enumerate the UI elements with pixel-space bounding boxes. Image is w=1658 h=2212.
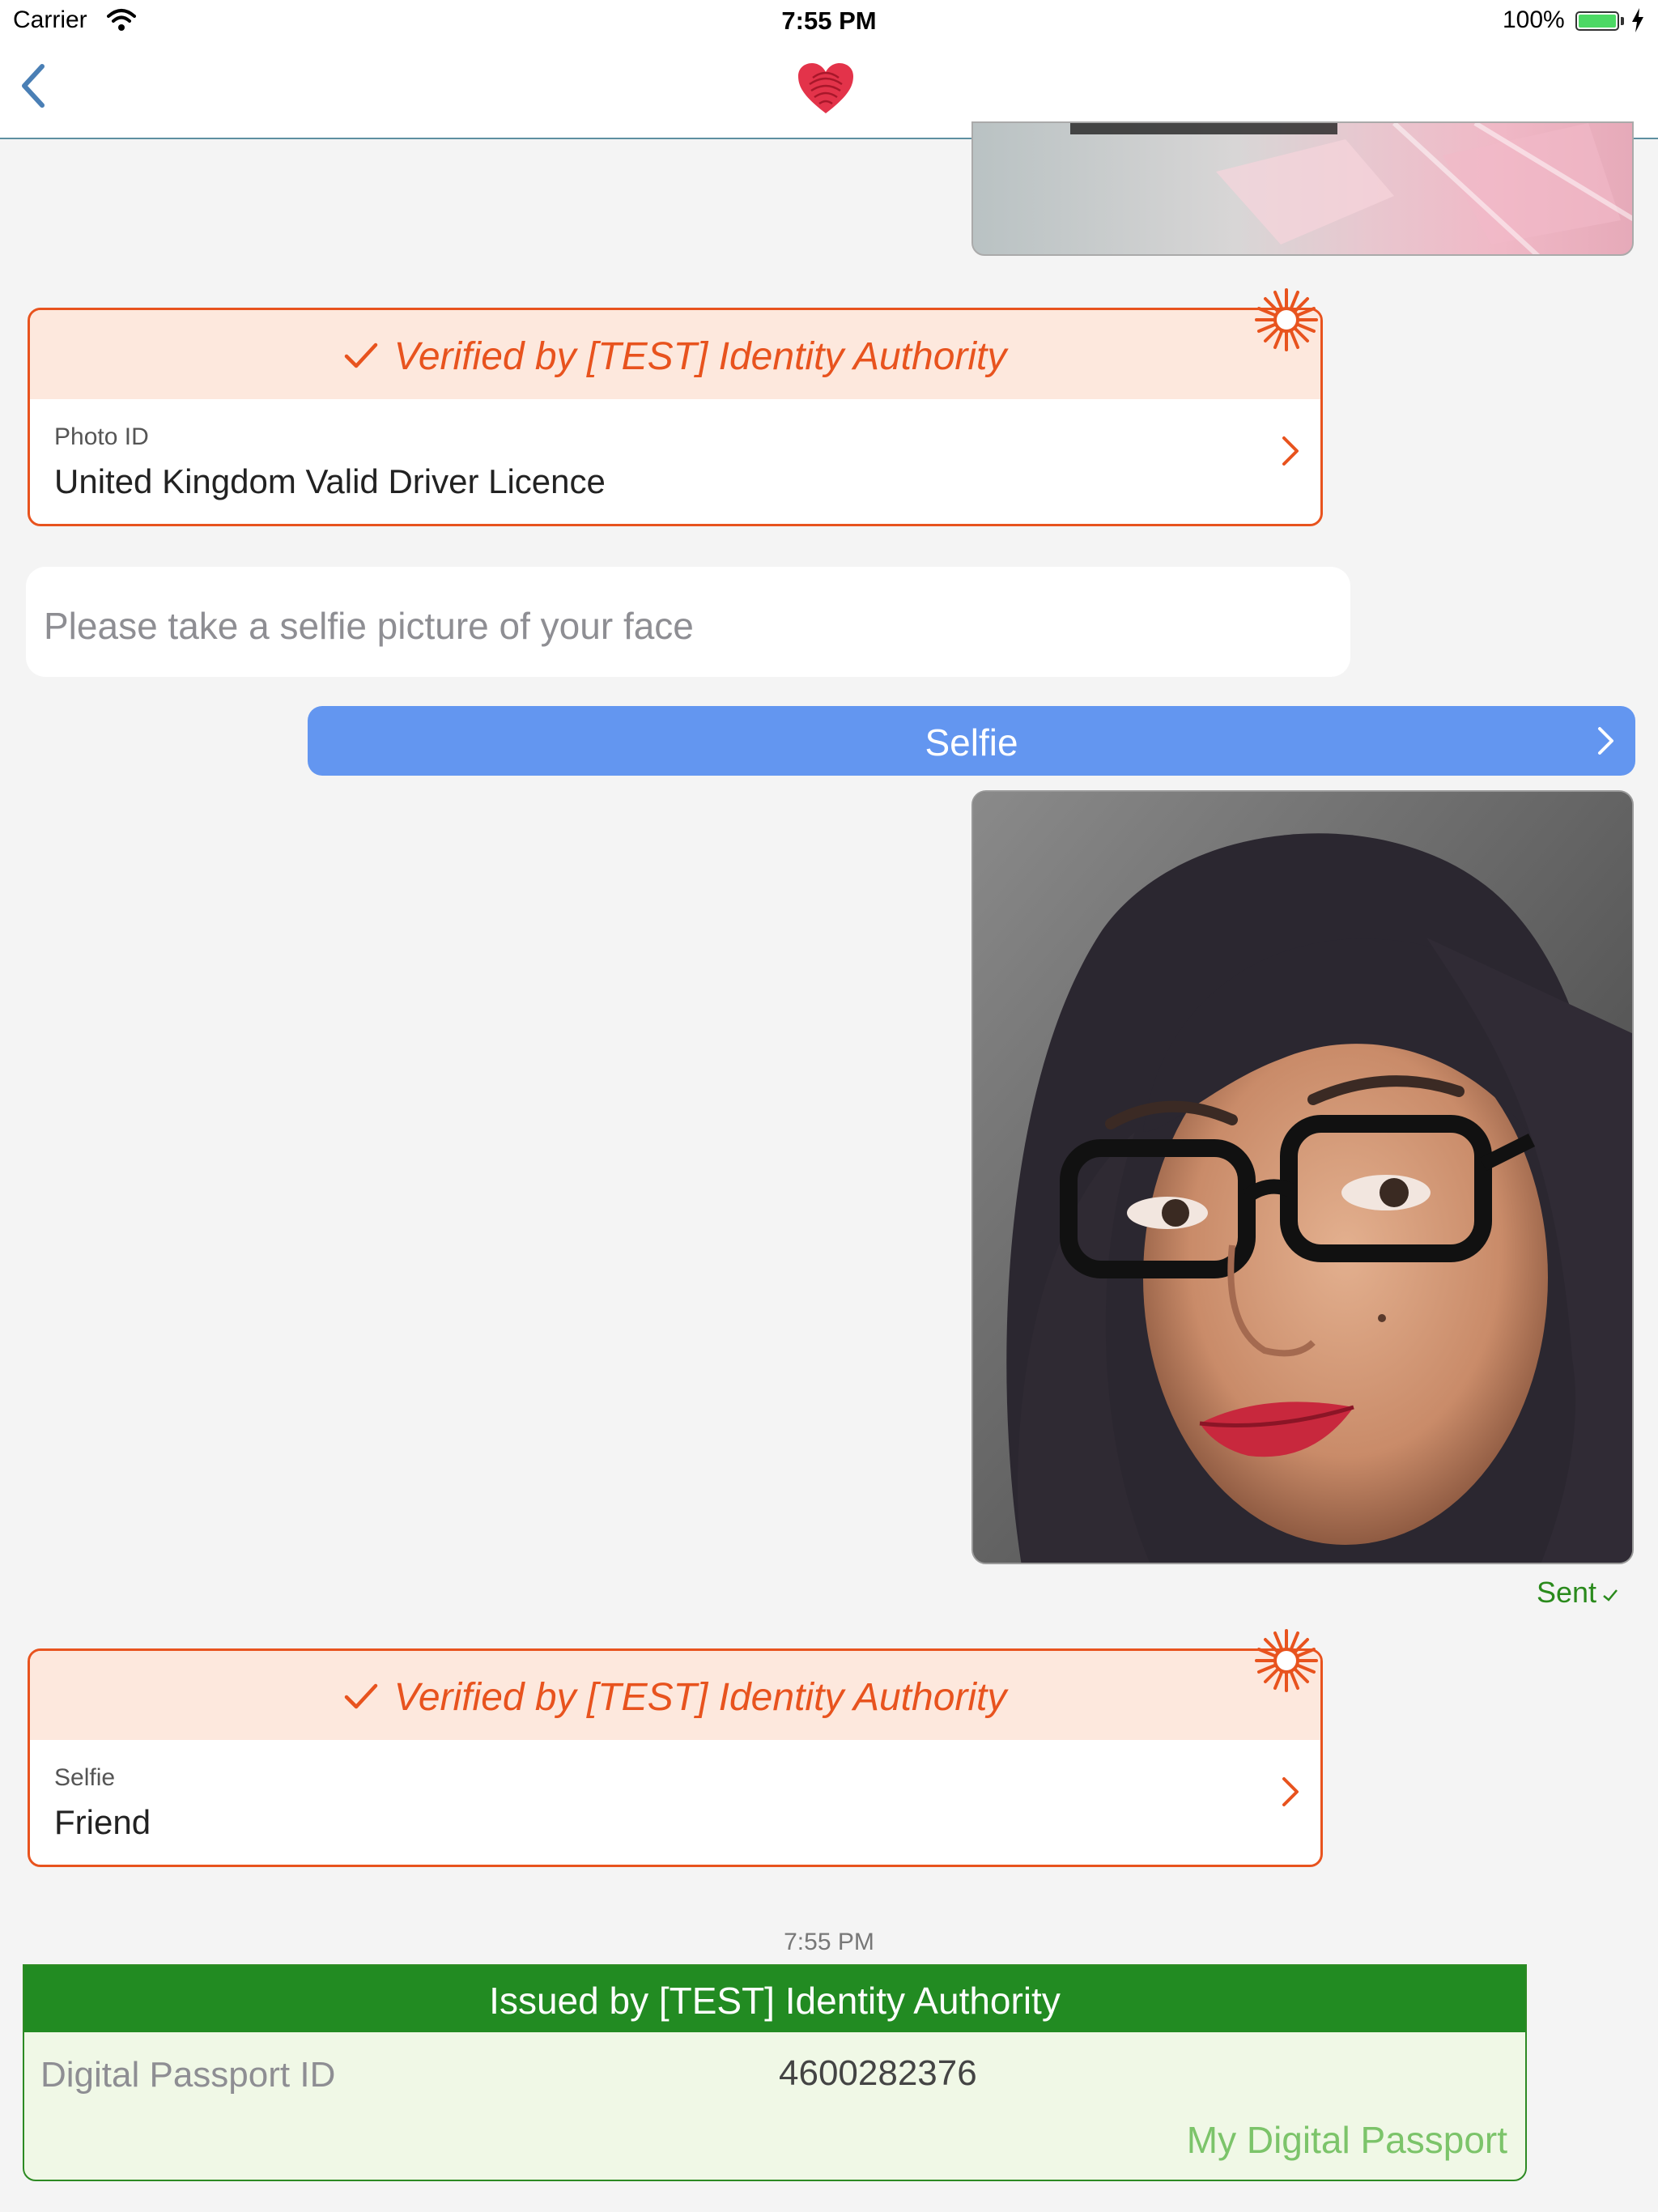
sent-status: Sent — [1537, 1576, 1619, 1610]
verified-title: Verified by [TEST] Identity Authority — [30, 334, 1320, 379]
issued-header: Issued by [TEST] Identity Authority — [24, 1966, 1525, 2032]
authority-badge-icon — [1255, 288, 1318, 351]
selfie-photo[interactable] — [971, 790, 1634, 1564]
sent-status-text: Sent — [1537, 1576, 1597, 1609]
selfie-prompt-bubble: Please take a selfie picture of your fac… — [26, 567, 1350, 677]
field-label: Selfie — [54, 1764, 116, 1791]
verified-photo-id-card[interactable]: Verified by [TEST] Identity Authority Ph… — [28, 308, 1323, 526]
authority-badge-icon — [1255, 1629, 1318, 1692]
battery-tip — [1621, 17, 1624, 25]
digital-passport-card[interactable]: Issued by [TEST] Identity Authority Digi… — [23, 1964, 1527, 2181]
heart-fingerprint-logo — [798, 63, 853, 113]
message-timestamp: 7:55 PM — [784, 1929, 874, 1955]
selfie-button-label: Selfie — [925, 721, 1018, 764]
field-label: Photo ID — [54, 423, 149, 450]
verified-selfie-card[interactable]: Verified by [TEST] Identity Authority Se… — [28, 1648, 1323, 1867]
verified-title-text: Verified by [TEST] Identity Authority — [393, 335, 1007, 378]
charging-bolt-icon — [1632, 8, 1643, 32]
field-value: United Kingdom Valid Driver Licence — [54, 462, 606, 500]
checkmark-icon — [344, 1684, 377, 1709]
chevron-right-icon — [1282, 436, 1299, 466]
verified-title-text: Verified by [TEST] Identity Authority — [393, 1676, 1007, 1719]
passport-id-label: Digital Passport ID — [40, 2055, 336, 2095]
battery-percent: 100% — [1503, 6, 1565, 33]
clock: 7:55 PM — [781, 6, 877, 35]
chevron-right-icon — [1282, 1777, 1299, 1806]
chevron-left-icon[interactable] — [18, 62, 50, 110]
passport-id-value: 4600282376 — [779, 2053, 977, 2093]
battery-icon — [1575, 11, 1619, 31]
chevron-right-icon — [1598, 727, 1613, 755]
passport-card-footer: My Digital Passport — [1186, 2119, 1507, 2161]
checkmark-icon — [344, 343, 377, 368]
selfie-button[interactable]: Selfie — [308, 706, 1635, 776]
field-value: Friend — [54, 1803, 151, 1841]
prompt-text: Please take a selfie picture of your fac… — [44, 605, 694, 647]
driver-licence-photo[interactable] — [971, 121, 1634, 256]
issued-title: Issued by [TEST] Identity Authority — [489, 1980, 1061, 2022]
checkmark-icon — [1603, 1589, 1618, 1602]
verified-title: Verified by [TEST] Identity Authority — [30, 1675, 1320, 1720]
